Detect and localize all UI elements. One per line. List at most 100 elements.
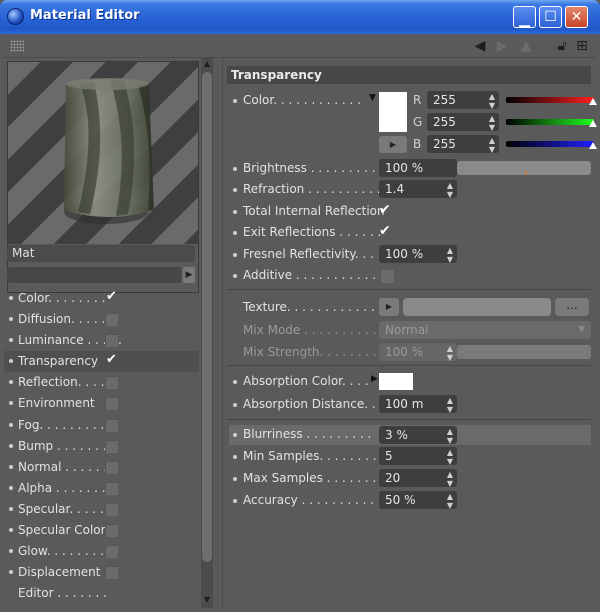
g-gradient-slider[interactable]: [506, 119, 597, 127]
channel-checkbox[interactable]: [105, 524, 118, 538]
lock-icon[interactable]: 🔓︎: [554, 38, 570, 54]
brightness-slider[interactable]: [457, 161, 591, 175]
channel-checkbox[interactable]: [105, 289, 118, 305]
spin-icon[interactable]: ▲ ▼: [447, 344, 453, 362]
spin-icon[interactable]: ▲ ▼: [447, 246, 453, 264]
channel-transparency[interactable]: Transparency: [4, 351, 199, 373]
exit-reflections-checkbox[interactable]: [379, 223, 392, 239]
channel-bump[interactable]: Bump . . . . . . . .: [4, 436, 199, 457]
total-internal-reflection-checkbox[interactable]: [379, 202, 392, 218]
accuracy-field[interactable]: 50 % ▲ ▼: [379, 491, 457, 510]
slider-marker-icon[interactable]: [589, 120, 597, 127]
additive-checkbox[interactable]: [381, 270, 394, 283]
maximize-button[interactable]: ☐: [539, 6, 562, 28]
material-name-field[interactable]: Mat: [7, 245, 195, 262]
refraction-field[interactable]: 1.4 ▲ ▼: [379, 180, 457, 199]
scroll-down-icon[interactable]: ▼: [201, 594, 213, 606]
fresnel-field[interactable]: 100 % ▲ ▼: [379, 245, 457, 264]
r-gradient-slider[interactable]: [506, 97, 597, 105]
texture-arrow-button[interactable]: ▶: [379, 298, 399, 316]
slider-right-arrow-icon[interactable]: ▶: [183, 267, 195, 283]
blurriness-field[interactable]: 3 % ▲ ▼: [379, 426, 457, 445]
close-button[interactable]: ✕: [565, 6, 588, 28]
triangle-up-icon[interactable]: ▲: [518, 38, 534, 54]
spin-icon[interactable]: ▲ ▼: [489, 136, 495, 154]
r-value-field[interactable]: 255 ▲ ▼: [427, 91, 499, 110]
channel-label: Reflection. . . . .: [18, 375, 113, 390]
channel-checkbox[interactable]: [105, 545, 118, 559]
b-value-field[interactable]: 255 ▲ ▼: [427, 135, 499, 154]
channel-color[interactable]: Color. . . . . . . .: [4, 288, 199, 309]
channel-checkbox[interactable]: [105, 397, 118, 411]
texture-path-field[interactable]: [403, 298, 551, 316]
spin-icon[interactable]: ▲ ▼: [489, 92, 495, 110]
channel-diffusion[interactable]: Diffusion. . . . . .: [4, 309, 199, 330]
g-value-field[interactable]: 255 ▲ ▼: [427, 113, 499, 132]
mix-strength-field[interactable]: 100 % ▲ ▼: [379, 343, 457, 362]
spin-icon[interactable]: ▲ ▼: [447, 396, 453, 414]
spin-icon[interactable]: ▲ ▼: [447, 181, 453, 199]
max-samples-field[interactable]: 20 ▲ ▼: [379, 469, 457, 488]
channel-checkbox[interactable]: [105, 481, 118, 495]
channel-checkbox[interactable]: [105, 566, 118, 580]
arrow-left-icon[interactable]: ◀: [472, 38, 488, 54]
spin-icon[interactable]: ▲ ▼: [447, 427, 453, 445]
channel-checkbox[interactable]: [105, 418, 118, 432]
slider-marker-icon[interactable]: [589, 98, 597, 105]
channel-checkbox[interactable]: [105, 376, 118, 390]
b-gradient-slider[interactable]: [506, 141, 597, 149]
channel-checkbox[interactable]: [105, 439, 118, 453]
channel-alpha[interactable]: Alpha . . . . . . . .: [4, 478, 199, 499]
color-label: Color. . . . . . . . . . . .: [243, 93, 361, 107]
absorption-distance-field[interactable]: 100 m ▲ ▼: [379, 395, 457, 414]
channel-scrollbar[interactable]: ▲ ▼: [201, 58, 213, 608]
channel-checkbox[interactable]: [105, 334, 118, 348]
channel-luminance[interactable]: Luminance . . . . .: [4, 330, 199, 351]
spin-icon[interactable]: ▲ ▼: [447, 448, 453, 466]
channel-checkbox[interactable]: [105, 502, 118, 516]
min-samples-label: Min Samples. . . . . . . .: [243, 449, 377, 463]
arrow-right-icon[interactable]: ▶: [494, 38, 510, 54]
min-samples-field[interactable]: 5 ▲ ▼: [379, 447, 457, 466]
channel-checkbox[interactable]: [105, 352, 118, 368]
texture-row: Texture. . . . . . . . . . . . ▶ ...: [229, 298, 591, 318]
grip-icon[interactable]: [10, 40, 24, 52]
mix-strength-slider[interactable]: [457, 345, 591, 359]
spin-icon[interactable]: ▲ ▼: [447, 492, 453, 510]
preview-size-slider[interactable]: [7, 267, 181, 283]
fresnel-value: 100 %: [385, 247, 424, 261]
spin-icon[interactable]: ▲ ▼: [447, 470, 453, 488]
color-dropdown-arrow-icon[interactable]: ▼: [369, 93, 376, 103]
channel-list: Color. . . . . . . . Diffusion. . . . . …: [4, 288, 199, 604]
g-value: 255: [433, 115, 456, 129]
new-window-icon[interactable]: ⊞: [574, 38, 590, 54]
channel-editor[interactable]: Editor . . . . . . .: [4, 583, 199, 604]
color-swatch[interactable]: [379, 92, 407, 132]
color-picker-button[interactable]: ▶: [379, 136, 407, 153]
channel-reflection[interactable]: Reflection. . . . .: [4, 372, 199, 393]
channel-checkbox[interactable]: [105, 313, 118, 327]
blurriness-label: Blurriness . . . . . . . . .: [243, 427, 372, 441]
absorption-color-swatch[interactable]: [379, 373, 413, 390]
scroll-thumb[interactable]: [202, 72, 212, 562]
channel-environment[interactable]: Environment: [4, 393, 199, 414]
channel-checkbox[interactable]: [105, 460, 118, 474]
minimize-button[interactable]: ▁: [513, 6, 536, 28]
channel-label: Bump . . . . . . . .: [18, 438, 115, 453]
mix-mode-select[interactable]: Normal ▼: [379, 321, 591, 339]
absorption-dropdown-arrow-icon[interactable]: ▶: [371, 374, 378, 384]
slider-marker-icon[interactable]: [589, 142, 597, 149]
mix-mode-label: Mix Mode . . . . . . . . . .: [243, 323, 377, 337]
channel-normal[interactable]: Normal . . . . . . .: [4, 457, 199, 478]
channel-displacement[interactable]: Displacement: [4, 562, 199, 583]
texture-browse-button[interactable]: ...: [555, 298, 589, 316]
brightness-field[interactable]: 100 %: [379, 159, 457, 177]
channel-glow[interactable]: Glow. . . . . . . . .: [4, 541, 199, 562]
spin-icon[interactable]: ▲ ▼: [489, 114, 495, 132]
scroll-up-icon[interactable]: ▲: [201, 58, 213, 70]
title-bar[interactable]: Material Editor ▁ ☐ ✕: [0, 0, 600, 34]
channel-specular[interactable]: Specular. . . . . .: [4, 499, 199, 520]
channel-label: Specular. . . . . .: [18, 501, 112, 516]
channel-specular-color[interactable]: Specular Color: [4, 520, 199, 541]
channel-fog[interactable]: Fog. . . . . . . . .: [4, 415, 199, 436]
